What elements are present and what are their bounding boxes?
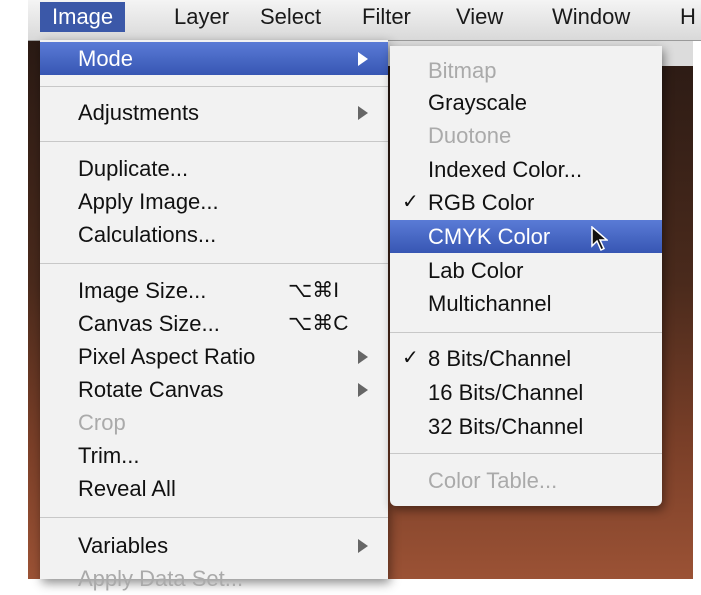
mode-item-8-bits[interactable]: ✓ 8 Bits/Channel [390,342,662,375]
menu-item-crop: Crop [40,406,388,439]
menu-item-label: Apply Image... [78,189,219,214]
menu-item-rotate-canvas[interactable]: Rotate Canvas [40,373,388,406]
menu-item-calculations[interactable]: Calculations... [40,218,388,251]
shortcut-label: ⌥⌘C [288,312,349,335]
menu-item-adjustments[interactable]: Adjustments [40,96,388,129]
menu-help[interactable]: H [680,2,696,32]
menu-separator [40,263,388,264]
menu-item-trim[interactable]: Trim... [40,439,388,472]
mode-submenu: Bitmap Grayscale Duotone Indexed Color..… [390,46,662,506]
mode-item-16-bits[interactable]: 16 Bits/Channel [390,376,662,409]
checkmark-icon: ✓ [402,347,419,369]
mode-item-rgb-color[interactable]: ✓ RGB Color [390,186,662,219]
submenu-arrow-icon [358,106,368,120]
menu-item-label: Crop [78,410,126,435]
menu-item-variables[interactable]: Variables [40,529,388,562]
menu-item-apply-image[interactable]: Apply Image... [40,185,388,218]
mode-item-grayscale[interactable]: Grayscale [390,86,662,119]
mode-item-duotone: Duotone [390,119,662,152]
image-menu: Mode Adjustments Duplicate... Apply Imag… [40,40,388,591]
menu-item-label: Pixel Aspect Ratio [78,344,256,369]
menu-item-label: Reveal All [78,476,176,501]
menu-item-label: Adjustments [78,100,200,125]
shortcut-label: ⌥⌘I [288,279,340,302]
mode-item-lab-color[interactable]: Lab Color [390,254,662,287]
submenu-arrow-icon [358,539,368,553]
menu-item-label: CMYK Color [428,224,551,249]
submenu-arrow-icon [358,350,368,364]
menu-item-label: Lab Color [428,258,524,283]
menu-separator [390,453,662,454]
menu-item-image-size[interactable]: Image Size... ⌥⌘I [40,274,388,307]
menu-item-label: 8 Bits/Channel [428,346,572,371]
menu-item-label: Image Size... [78,278,207,303]
menu-window[interactable]: Window [552,2,630,32]
submenu-arrow-icon [358,52,368,66]
menu-item-label: 16 Bits/Channel [428,380,584,405]
menu-separator [40,517,388,518]
menu-item-label: Variables [78,533,169,558]
menu-item-label: Multichannel [428,291,552,316]
menu-item-label: Color Table... [428,468,558,493]
menu-item-label: 32 Bits/Channel [428,414,584,439]
menu-filter[interactable]: Filter [362,2,411,32]
mode-item-cmyk-color[interactable]: CMYK Color [390,220,662,253]
menu-image[interactable]: Image [40,2,126,32]
menu-item-mode[interactable]: Mode [40,42,388,75]
menu-view[interactable]: View [456,2,503,32]
menu-item-label: Canvas Size... [78,311,220,336]
mode-item-indexed-color[interactable]: Indexed Color... [390,153,662,186]
menu-separator [40,86,388,87]
menu-item-duplicate[interactable]: Duplicate... [40,152,388,185]
mode-item-bitmap: Bitmap [390,54,662,87]
mode-item-color-table: Color Table... [390,464,662,497]
submenu-arrow-icon [358,383,368,397]
menu-item-label: RGB Color [428,190,535,215]
menu-item-label: Calculations... [78,222,217,247]
menu-item-label: Rotate Canvas [78,377,224,402]
menu-item-pixel-aspect-ratio[interactable]: Pixel Aspect Ratio [40,340,388,373]
menu-item-reveal-all[interactable]: Reveal All [40,472,388,505]
mouse-pointer-icon [591,226,608,252]
mode-item-32-bits[interactable]: 32 Bits/Channel [390,410,662,443]
menu-item-label: Mode [78,46,134,71]
menu-layer[interactable]: Layer [174,2,229,32]
menu-item-canvas-size[interactable]: Canvas Size... ⌥⌘C [40,307,388,340]
checkmark-icon: ✓ [402,191,419,213]
menu-item-label: Trim... [78,443,140,468]
menu-item-label: Duotone [428,123,512,148]
mode-item-multichannel[interactable]: Multichannel [390,287,662,320]
menu-item-label: Indexed Color... [428,157,583,182]
menu-bar: Image Layer Select Filter View Window H [28,0,701,41]
menu-item-label: Duplicate... [78,156,189,181]
menu-separator [40,141,388,142]
menu-item-label: Grayscale [428,90,528,115]
menu-select[interactable]: Select [260,2,321,32]
menu-item-label: Bitmap [428,58,497,83]
menu-separator [390,332,662,333]
